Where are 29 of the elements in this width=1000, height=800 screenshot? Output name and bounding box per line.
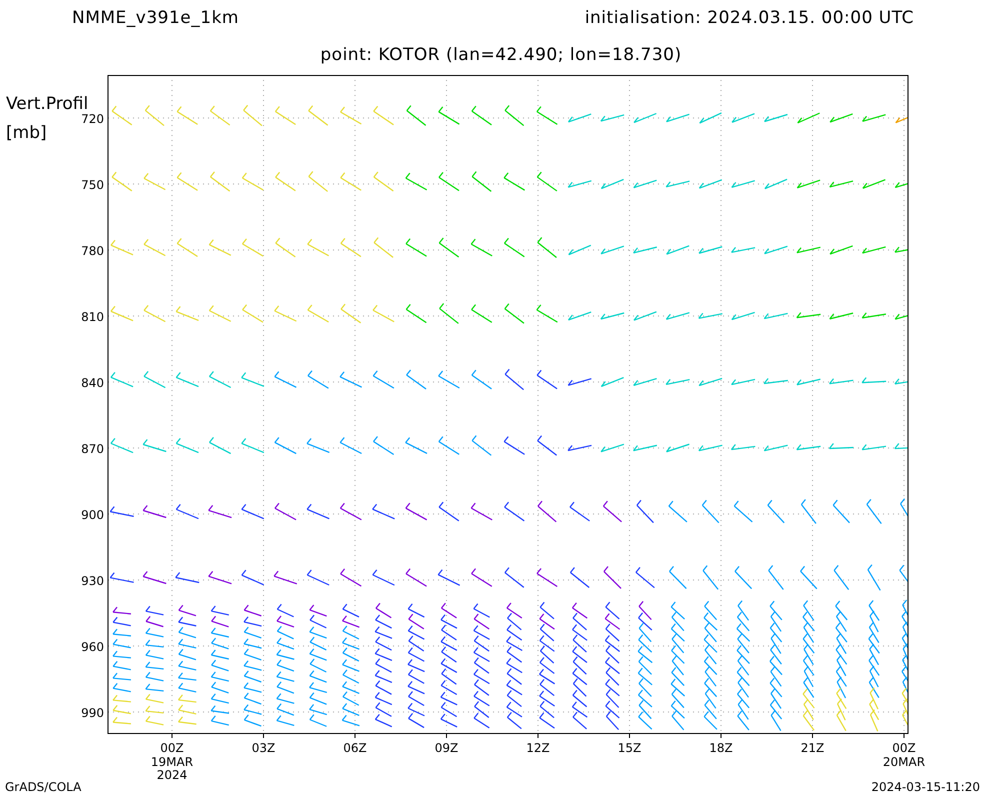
- axis-unit: [mb]: [6, 123, 47, 143]
- axis-date-label: 19MAR: [150, 755, 194, 769]
- axis-tick-label: 18Z: [709, 741, 733, 755]
- footer-credit: GrADS/COLA: [5, 780, 82, 794]
- axis-year-label: 2024: [156, 768, 188, 780]
- axis-tick-label: 840: [81, 376, 104, 390]
- axis-tick-label: 870: [81, 442, 104, 456]
- initialisation-time: initialisation: 2024.03.15. 00:00 UTC: [584, 8, 914, 30]
- axis-tick-label: 780: [81, 244, 104, 258]
- model-title: NMME_v391e_1km: [72, 8, 239, 30]
- axis-tick-label: 06Z: [343, 741, 367, 755]
- axis-tick-label: 15Z: [618, 741, 642, 755]
- axis-tick-label: 960: [81, 640, 104, 654]
- footer-timestamp: 2024-03-15-11:20: [871, 780, 980, 794]
- axis-tick-label: 930: [81, 574, 104, 588]
- axis-date-label: 20MAR: [882, 755, 926, 769]
- axis-title: Vert.Profil: [6, 94, 88, 114]
- point-title: point: KOTOR (lan=42.490; lon=18.730): [320, 44, 682, 64]
- axis-tick-label: 09Z: [434, 741, 458, 755]
- axis-tick-label: 00Z: [892, 741, 916, 755]
- axis-tick-label: 03Z: [252, 741, 276, 755]
- axis-tick-label: 810: [81, 310, 104, 324]
- axis-tick-label: 720: [81, 112, 104, 126]
- axis-tick-label: 00Z: [160, 741, 184, 755]
- axis-tick-label: 21Z: [800, 741, 824, 755]
- axis-tick-label: 900: [81, 508, 104, 522]
- axis-tick-label: 750: [81, 178, 104, 192]
- axis-tick-label: 990: [81, 706, 104, 720]
- axis-tick-label: 12Z: [526, 741, 550, 755]
